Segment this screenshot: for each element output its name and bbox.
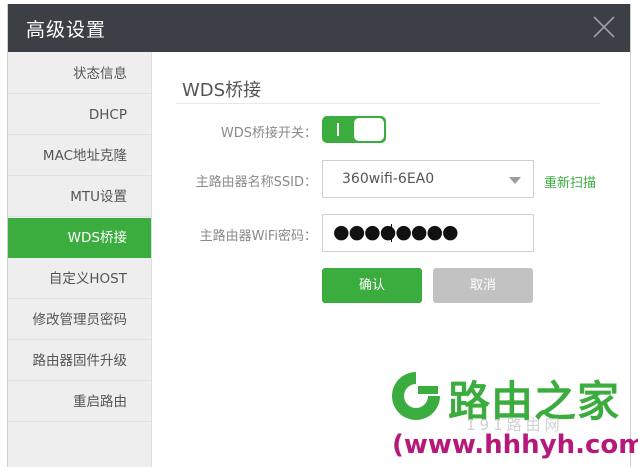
watermark-url: (www.hhhyh.com) xyxy=(392,430,638,460)
dropdown-arrow-icon xyxy=(509,177,521,184)
close-icon[interactable] xyxy=(592,15,616,39)
rescan-link[interactable]: 重新扫描 xyxy=(544,172,596,191)
password-value: ●●●●●●●● xyxy=(333,221,459,243)
toggle-knob xyxy=(354,118,384,141)
sidebar-item-dhcp[interactable]: DHCP xyxy=(8,95,151,135)
ssid-label: 主路由器名称SSID： xyxy=(195,175,317,190)
sidebar-item-wds[interactable]: WDS桥接 xyxy=(8,218,151,258)
settings-sidebar: 状态信息 DHCP MAC地址克隆 MTU设置 WDS桥接 自定义HOST 修改… xyxy=(8,52,152,467)
sidebar-item-admin-password[interactable]: 修改管理员密码 xyxy=(8,300,151,340)
cancel-button[interactable]: 取消 xyxy=(433,268,533,303)
section-divider xyxy=(176,103,600,104)
ssid-selected-value: 360wifi-6EA0 xyxy=(342,171,435,187)
watermark: 路由之家 191路由网 (www.hhhyh.com) xyxy=(382,362,638,467)
sidebar-item-mac-clone[interactable]: MAC地址克隆 xyxy=(8,136,151,176)
wds-toggle-switch[interactable] xyxy=(322,116,386,143)
confirm-button[interactable]: 确认 xyxy=(322,268,422,303)
router-home-logo-icon xyxy=(392,372,440,420)
text-caret xyxy=(391,224,392,242)
ssid-select[interactable]: 360wifi-6EA0 xyxy=(322,160,534,198)
sidebar-item-reboot[interactable]: 重启路由 xyxy=(8,382,151,422)
section-title: WDS桥接 xyxy=(182,80,262,101)
wifi-password-input[interactable]: ●●●●●●●● xyxy=(322,214,534,252)
title-bar: 高级设置 xyxy=(8,4,630,52)
dialog-title: 高级设置 xyxy=(26,19,107,41)
wds-switch-label: WDS桥接开关： xyxy=(220,126,317,141)
toggle-on-indicator xyxy=(337,123,339,136)
sidebar-item-mtu[interactable]: MTU设置 xyxy=(8,177,151,217)
sidebar-item-custom-host[interactable]: 自定义HOST xyxy=(8,259,151,299)
password-label: 主路由器WiFi密码： xyxy=(199,229,317,244)
sidebar-item-status[interactable]: 状态信息 xyxy=(8,54,151,94)
sidebar-item-firmware-upgrade[interactable]: 路由器固件升级 xyxy=(8,341,151,381)
